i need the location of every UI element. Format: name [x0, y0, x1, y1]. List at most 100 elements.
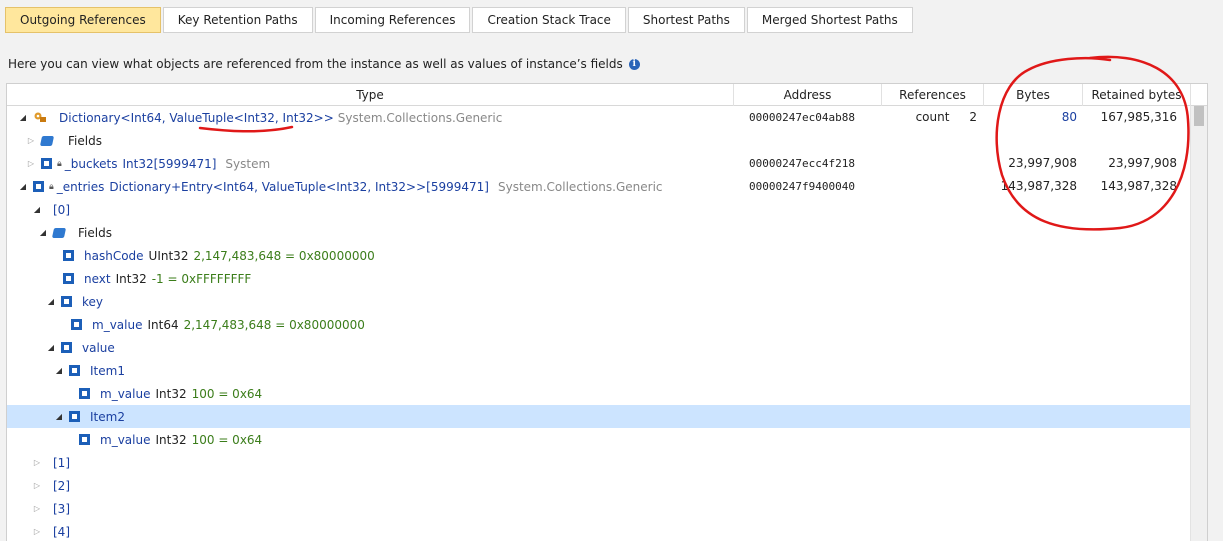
tab-strip: Outgoing References Key Retention Paths …: [5, 7, 913, 34]
table-row-selected[interactable]: ◢ Item2: [7, 405, 1191, 428]
key-mvalue-name: m_value: [92, 317, 143, 332]
field-icon: [33, 181, 44, 192]
object-root-icon: [33, 111, 48, 124]
table-row[interactable]: ◢ key: [7, 290, 1191, 313]
array-index-1: [1]: [53, 455, 70, 470]
entries-bytes: 143,987,328: [1000, 179, 1077, 193]
tab-shortest-paths[interactable]: Shortest Paths: [627, 7, 745, 33]
entries-field-type: Dictionary+Entry<Int64, ValueTuple<Int32…: [109, 179, 489, 194]
table-row[interactable]: ▷ [2]: [7, 474, 1191, 497]
entries-address: 00000247f9400040: [749, 180, 855, 193]
table-row[interactable]: ◢ [0]: [7, 198, 1191, 221]
item1-mvalue-value: 100 = 0x64: [191, 386, 263, 401]
table-row[interactable]: next Int32 -1 = 0xFFFFFFFF: [7, 267, 1191, 290]
item1-mvalue-name: m_value: [100, 386, 151, 401]
hashcode-field-type: UInt32: [148, 248, 189, 263]
buckets-field-type: Int32[5999471]: [122, 156, 217, 171]
collapsed-arrow-icon[interactable]: ▷: [25, 158, 37, 170]
column-header-retained-bytes[interactable]: Retained bytes: [1083, 84, 1191, 106]
field-icon: [69, 411, 80, 422]
root-type: Dictionary<Int64, ValueTuple<Int32, Int3…: [59, 110, 334, 125]
info-icon[interactable]: i: [628, 58, 640, 70]
root-address: 00000247ec04ab88: [749, 111, 855, 124]
info-line: Here you can view what objects are refer…: [8, 57, 640, 71]
collapsed-arrow-icon[interactable]: ▷: [31, 503, 43, 515]
private-field-icon: 🔒︎: [49, 181, 54, 192]
scrollbar-thumb[interactable]: [1194, 106, 1204, 126]
entries-namespace: System.Collections.Generic: [497, 179, 663, 194]
buckets-field-name: _buckets: [64, 156, 118, 171]
table-row[interactable]: m_value Int32 100 = 0x64: [7, 428, 1191, 451]
root-namespace: System.Collections.Generic: [337, 110, 503, 125]
key-field-name: key: [82, 294, 104, 309]
buckets-address: 00000247ecc4f218: [749, 157, 855, 170]
table-row[interactable]: ◢ 🔒︎ _entries Dictionary+Entry<Int64, Va…: [7, 175, 1191, 198]
root-bytes: 80: [1061, 110, 1077, 124]
expanded-arrow-icon[interactable]: ◢: [17, 112, 29, 124]
tab-merged-shortest-paths[interactable]: Merged Shortest Paths: [746, 7, 913, 33]
field-icon: [79, 434, 90, 445]
grid-header: Type Address References count Bytes Reta…: [7, 84, 1207, 124]
table-row[interactable]: ▷ [1]: [7, 451, 1191, 474]
table-row[interactable]: hashCode UInt32 2,147,483,648 = 0x800000…: [7, 244, 1191, 267]
field-icon: [63, 250, 74, 261]
hashcode-field-value: 2,147,483,648 = 0x80000000: [193, 248, 375, 263]
collapsed-arrow-icon[interactable]: ▷: [25, 135, 37, 147]
item2-mvalue-name: m_value: [100, 432, 151, 447]
column-header-references-count[interactable]: References count: [882, 84, 984, 124]
fields-folder-icon: [39, 135, 55, 146]
table-row[interactable]: ◢ value: [7, 336, 1191, 359]
collapsed-arrow-icon[interactable]: ▷: [31, 526, 43, 538]
table-row[interactable]: ▷ 🔒︎ _buckets Int32[5999471] System 0000…: [7, 152, 1191, 175]
expanded-arrow-icon[interactable]: ◢: [53, 411, 65, 423]
info-text: Here you can view what objects are refer…: [8, 57, 623, 71]
key-mvalue-type: Int64: [147, 317, 179, 332]
tab-incoming-references[interactable]: Incoming References: [314, 7, 471, 33]
root-retained-bytes: 167,985,316: [1100, 110, 1177, 124]
field-icon: [71, 319, 82, 330]
collapsed-arrow-icon[interactable]: ▷: [31, 457, 43, 469]
buckets-namespace: System: [225, 156, 271, 171]
tab-key-retention-paths[interactable]: Key Retention Paths: [162, 7, 313, 33]
array-index-0: [0]: [53, 202, 70, 217]
item1-mvalue-type: Int32: [155, 386, 187, 401]
fields-label: Fields: [78, 225, 112, 240]
expanded-arrow-icon[interactable]: ◢: [17, 181, 29, 193]
vertical-scrollbar[interactable]: [1190, 106, 1207, 541]
fields-label: Fields: [68, 133, 102, 148]
column-header-type[interactable]: Type: [7, 84, 734, 106]
table-row[interactable]: ◢ Dictionary<Int64, ValueTuple<Int32, In…: [7, 106, 1191, 129]
expanded-arrow-icon[interactable]: ◢: [31, 204, 43, 216]
next-field-type: Int32: [115, 271, 147, 286]
table-row[interactable]: ▷ Fields: [7, 129, 1191, 152]
entries-field-name: _entries: [56, 179, 105, 194]
table-row[interactable]: ◢ Item1: [7, 359, 1191, 382]
array-index-4: [4]: [53, 524, 70, 539]
item1-field-name: Item1: [90, 363, 125, 378]
tab-creation-stack-trace[interactable]: Creation Stack Trace: [472, 7, 626, 33]
expanded-arrow-icon[interactable]: ◢: [45, 296, 57, 308]
fields-folder-icon: [51, 227, 67, 238]
table-row[interactable]: ◢ Fields: [7, 221, 1191, 244]
root-references-count[interactable]: 2: [883, 106, 977, 129]
column-header-address[interactable]: Address: [734, 84, 882, 106]
expanded-arrow-icon[interactable]: ◢: [53, 365, 65, 377]
column-header-bytes[interactable]: Bytes: [984, 84, 1083, 106]
table-row[interactable]: ▷ [4]: [7, 520, 1191, 541]
expanded-arrow-icon[interactable]: ◢: [45, 342, 57, 354]
table-row[interactable]: m_value Int64 2,147,483,648 = 0x80000000: [7, 313, 1191, 336]
buckets-retained-bytes: 23,997,908: [1108, 156, 1177, 170]
collapsed-arrow-icon[interactable]: ▷: [31, 480, 43, 492]
field-icon: [63, 273, 74, 284]
table-row[interactable]: m_value Int32 100 = 0x64: [7, 382, 1191, 405]
item2-field-name: Item2: [90, 409, 125, 424]
tab-outgoing-references[interactable]: Outgoing References: [5, 7, 161, 33]
field-icon: [79, 388, 90, 399]
next-field-value: -1 = 0xFFFFFFFF: [151, 271, 252, 286]
references-grid: Type Address References count Bytes Reta…: [6, 83, 1208, 541]
tree-rows: ◢ Dictionary<Int64, ValueTuple<Int32, In…: [7, 106, 1191, 541]
item2-mvalue-value: 100 = 0x64: [191, 432, 263, 447]
field-icon: [41, 158, 52, 169]
expanded-arrow-icon[interactable]: ◢: [37, 227, 49, 239]
table-row[interactable]: ▷ [3]: [7, 497, 1191, 520]
